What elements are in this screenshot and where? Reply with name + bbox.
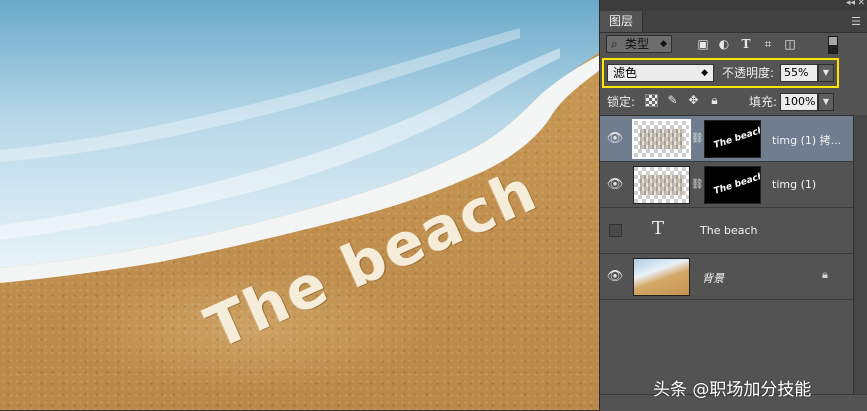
layer-filter-select[interactable]: ⌕ 类型 ◆ — [606, 35, 672, 53]
layer-row-the-beach[interactable]: T The beach — [600, 208, 853, 254]
lock-all-icon[interactable]: 🔒︎ — [708, 94, 721, 107]
lock-label: 锁定: — [607, 95, 636, 109]
image-filter-icon[interactable]: ▣ — [696, 37, 710, 51]
layer-row-background[interactable]: 👁︎ 背景 🔒︎ — [600, 254, 853, 300]
background-thumbnail — [633, 258, 690, 296]
panel-tab-bar: 图层 ☰ — [600, 11, 867, 33]
collapse-icon[interactable]: ◂◂ — [846, 0, 855, 8]
opacity-dropdown-button[interactable]: ▼ — [818, 64, 834, 82]
chain-link-icon[interactable]: ⛓︎ — [691, 133, 704, 145]
layer-name[interactable]: timg (1) — [772, 178, 816, 191]
filter-toggle[interactable] — [828, 36, 838, 54]
layers-panel: ◂◂ ✕ 图层 ☰ ⌕ 类型 ◆ ▣ ◐ T ⌗ ◫ 滤色 ◆ 不透明度: 55… — [599, 0, 867, 411]
chain-link-icon[interactable]: ⛓︎ — [691, 179, 704, 191]
mask-text: The beach — [712, 125, 761, 151]
visibility-off-box[interactable] — [609, 224, 622, 237]
fill-input[interactable]: 100% — [780, 93, 818, 111]
layer-name[interactable]: 背景 — [702, 270, 724, 286]
layers-list: 👁︎ ⛓︎ The beach timg (1) 拷... 👁︎ ⛓︎ The … — [600, 115, 853, 399]
layer-name[interactable]: timg (1) 拷... — [772, 132, 841, 148]
lock-icon: 🔒︎ — [822, 268, 828, 281]
lock-transparent-icon[interactable] — [645, 94, 658, 107]
search-icon: ⌕ — [611, 37, 618, 51]
fill-dropdown-button[interactable]: ▼ — [818, 93, 834, 111]
tab-layers[interactable]: 图层 — [600, 11, 644, 32]
layers-scrollbar[interactable] — [853, 115, 867, 398]
panel-top-strip: ◂◂ ✕ — [600, 0, 867, 11]
blend-mode-select[interactable]: 滤色 ◆ — [607, 64, 714, 82]
opacity-input[interactable]: 55% — [780, 64, 818, 82]
eye-icon[interactable]: 👁︎ — [606, 130, 624, 148]
layer-thumbnail — [632, 119, 691, 159]
lock-paint-brush-icon[interactable]: ✎ — [666, 94, 679, 107]
layer-name[interactable]: The beach — [700, 224, 757, 237]
layer-mask-thumbnail[interactable]: The beach — [704, 166, 761, 204]
type-layer-icon: T — [652, 218, 665, 239]
shape-filter-icon[interactable]: ⌗ — [761, 37, 775, 51]
eye-icon[interactable]: 👁︎ — [606, 268, 624, 286]
type-filter-icon[interactable]: T — [739, 37, 753, 51]
eye-icon[interactable]: 👁︎ — [606, 176, 624, 194]
layer-filter-row: ⌕ 类型 ◆ ▣ ◐ T ⌗ ◫ — [600, 33, 867, 57]
mask-text: The beach — [712, 171, 761, 197]
adjustment-filter-icon[interactable]: ◐ — [717, 37, 731, 51]
updown-icon: ◆ — [701, 68, 708, 78]
updown-icon: ◆ — [660, 39, 667, 49]
panel-menu-icon[interactable]: ☰ — [851, 15, 861, 28]
document-canvas[interactable]: The beach — [0, 0, 599, 410]
layer-row-timg-copy[interactable]: 👁︎ ⛓︎ The beach timg (1) 拷... — [600, 116, 853, 162]
layer-thumbnail — [633, 166, 690, 204]
watermark: 头条 @职场加分技能 — [653, 380, 812, 400]
close-icon[interactable]: ✕ — [857, 0, 865, 8]
lock-position-move-icon[interactable]: ✥ — [687, 94, 700, 107]
layer-filter-label: 类型 — [625, 37, 650, 51]
layer-row-timg[interactable]: 👁︎ ⛓︎ The beach timg (1) — [600, 162, 853, 208]
fill-label: 填充: — [749, 95, 778, 109]
smart-object-filter-icon[interactable]: ◫ — [783, 37, 797, 51]
opacity-label: 不透明度: — [722, 66, 775, 80]
blend-mode-value: 滤色 — [613, 66, 638, 80]
layer-mask-thumbnail[interactable]: The beach — [704, 120, 761, 158]
